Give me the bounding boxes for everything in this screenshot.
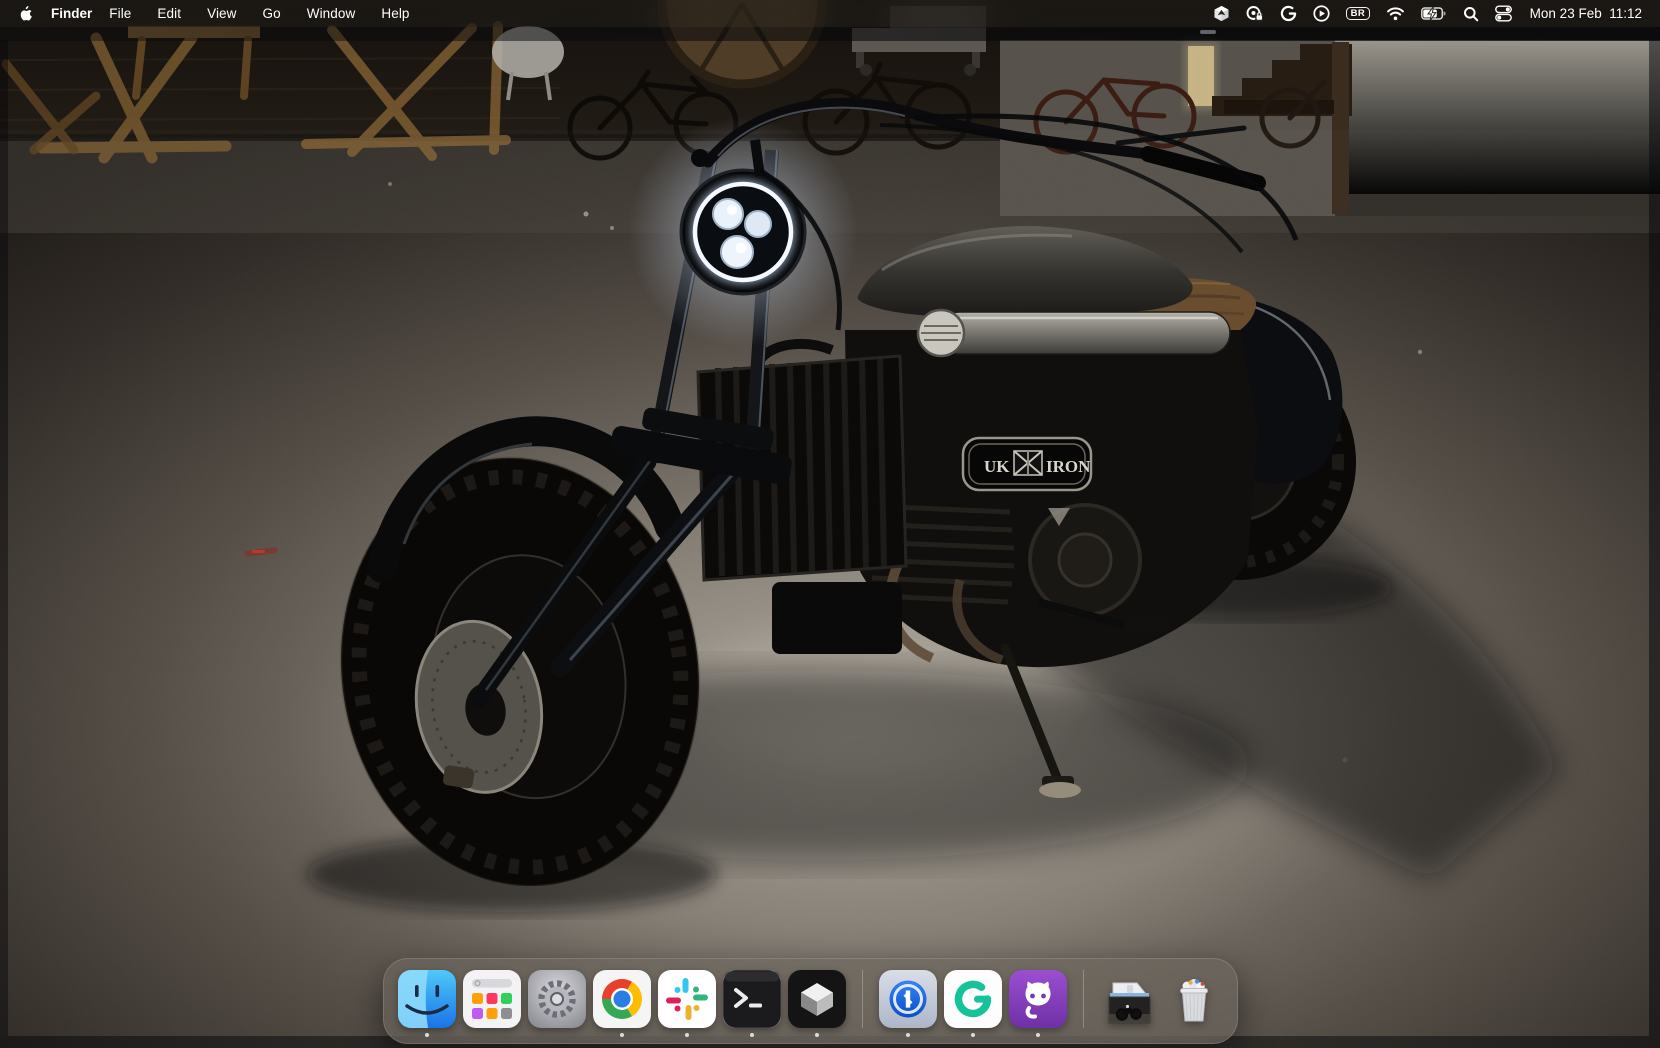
headlight-glow: [628, 117, 858, 347]
dock-item-launchpad[interactable]: [463, 970, 521, 1028]
running-indicator: [971, 1033, 975, 1037]
menu-edit[interactable]: Edit: [144, 6, 194, 21]
battery-charging-icon[interactable]: [1413, 0, 1455, 27]
menu-view[interactable]: View: [194, 6, 249, 21]
play-circle-icon[interactable]: [1305, 0, 1338, 27]
running-indicator: [425, 1033, 429, 1037]
menu-bar: Finder File Edit View Go Window Help: [0, 0, 1660, 27]
menu-window[interactable]: Window: [294, 6, 369, 21]
keyboard-layout-badge[interactable]: BR: [1338, 0, 1378, 27]
dock: [383, 958, 1238, 1044]
active-app-name[interactable]: Finder: [51, 6, 92, 21]
dock-item-grammarly[interactable]: [944, 970, 1002, 1028]
dock-separator: [1083, 970, 1084, 1028]
menu-file[interactable]: File: [96, 6, 144, 21]
dock-item-trash[interactable]: [1165, 970, 1223, 1028]
dock-item-system-settings[interactable]: [528, 970, 586, 1028]
running-indicator: [1036, 1033, 1040, 1037]
wallpaper-motorcycle-warehouse: UK IRON: [0, 0, 1660, 1048]
vpn-cube-icon[interactable]: [1205, 0, 1238, 27]
menu-go[interactable]: Go: [250, 6, 294, 21]
engine-badge-text-right: IRON: [1046, 457, 1091, 476]
dock-item-finder[interactable]: [398, 970, 456, 1028]
hidden-window-control-dash: [1200, 30, 1216, 34]
dock-item-downloads-stack[interactable]: [1100, 970, 1158, 1028]
wifi-icon[interactable]: [1378, 0, 1413, 27]
control-center-icon[interactable]: [1487, 0, 1520, 27]
spotlight-search-icon[interactable]: [1455, 0, 1487, 27]
running-indicator: [906, 1033, 910, 1037]
union-flag-emblem: [1014, 451, 1042, 475]
grammarly-status-icon[interactable]: [1272, 0, 1305, 27]
engine-badge: UK IRON: [963, 438, 1091, 490]
menu-help[interactable]: Help: [368, 6, 422, 21]
running-indicator: [750, 1033, 754, 1037]
dock-item-chrome[interactable]: [593, 970, 651, 1028]
keyboard-layout-label: BR: [1346, 7, 1370, 21]
dock-separator: [862, 970, 863, 1028]
dock-item-terminal[interactable]: [723, 970, 781, 1028]
dock-item-1password[interactable]: [879, 970, 937, 1028]
privacy-lock-icon[interactable]: [1238, 0, 1272, 27]
engine-badge-text-left: UK: [984, 457, 1010, 476]
running-indicator: [685, 1033, 689, 1037]
dock-item-cube-3d-app[interactable]: [788, 970, 846, 1028]
dock-item-github-desktop[interactable]: [1009, 970, 1067, 1028]
running-indicator: [815, 1033, 819, 1037]
menu-bar-clock[interactable]: Mon 23 Feb 11:12: [1520, 6, 1648, 21]
desktop: UK IRON: [0, 0, 1660, 1048]
running-indicator: [620, 1033, 624, 1037]
apple-menu-icon[interactable]: [18, 0, 33, 27]
dock-item-slack[interactable]: [658, 970, 716, 1028]
